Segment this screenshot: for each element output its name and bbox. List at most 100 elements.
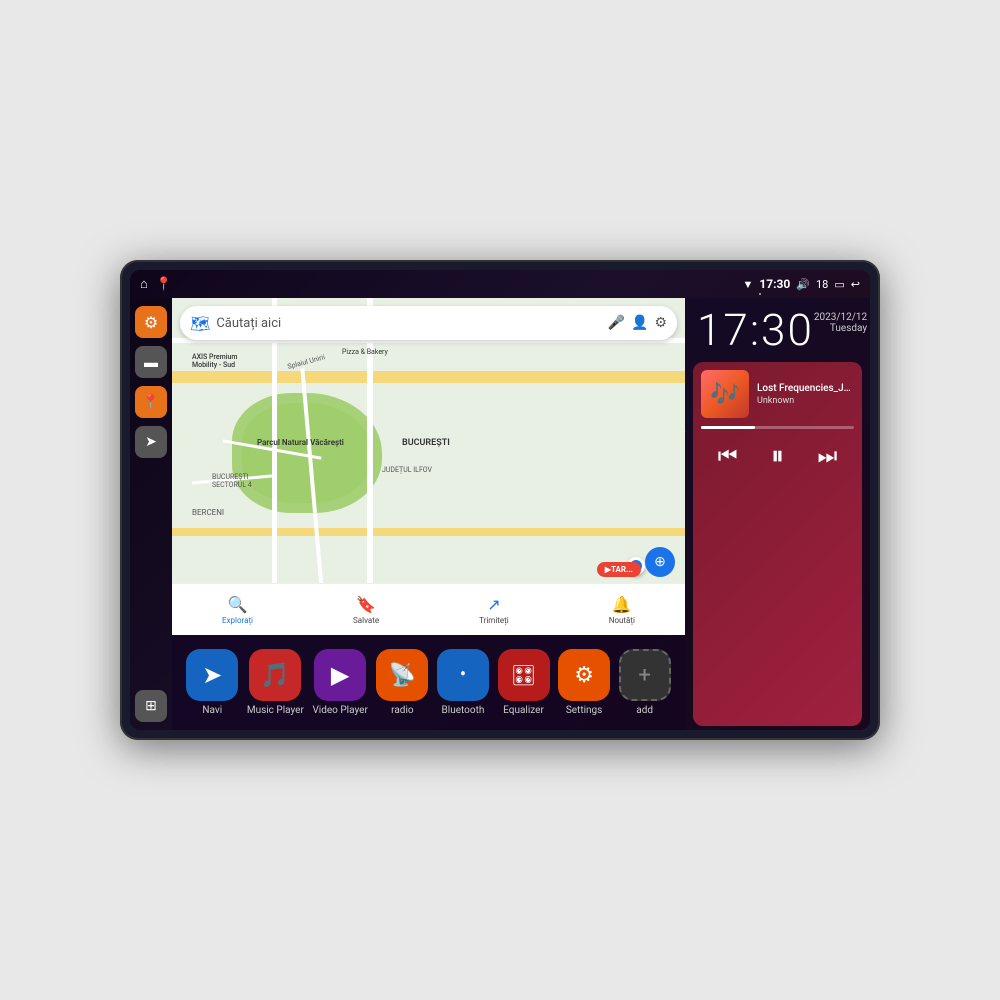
- gear-icon: ⚙: [144, 313, 158, 332]
- map-label-ilfov: JUDEȚUL ILFOV: [382, 466, 432, 474]
- saved-icon: 🔖: [356, 595, 376, 614]
- bluetooth-icon-bg: ᛫: [437, 649, 489, 701]
- app-bluetooth[interactable]: ᛫ Bluetooth: [437, 649, 489, 716]
- add-label: add: [636, 705, 653, 716]
- map-label-park: Parcul Natural Văcărești: [257, 438, 344, 447]
- bluetooth-label: Bluetooth: [442, 705, 485, 716]
- music-progress-fill: [701, 426, 755, 429]
- play-icon: ▶: [331, 661, 349, 689]
- grid-icon: ⊞: [145, 698, 157, 714]
- equalizer-label: Equalizer: [503, 705, 544, 716]
- map-fab-btn[interactable]: ⊕: [645, 547, 675, 577]
- app-navi[interactable]: ➤ Navi: [186, 649, 238, 716]
- next-button[interactable]: ⏭: [809, 440, 845, 473]
- sidebar-item-files[interactable]: ▬: [135, 346, 167, 378]
- sidebar-item-maps[interactable]: 📍: [135, 386, 167, 418]
- share-label: Trimiteți: [479, 616, 509, 625]
- clock-time: 17:30: [697, 308, 814, 352]
- music-artist: Unknown: [757, 396, 854, 406]
- settings-icon-bg: ⚙: [558, 649, 610, 701]
- maps-icon[interactable]: 📍: [156, 277, 172, 292]
- map-label-sector4: BUCUREȘTISECTORUL 4: [212, 473, 252, 489]
- sidebar-item-navigation[interactable]: ➤: [135, 426, 167, 458]
- map-label-berceni: BERCENI: [192, 508, 224, 517]
- album-art-icon: 🎶: [710, 380, 740, 408]
- add-icon: +: [638, 663, 650, 688]
- road-horizontal-3: [172, 528, 685, 536]
- album-art: 🎶: [701, 370, 749, 418]
- news-label: Noutăți: [609, 616, 635, 625]
- clock-weekday: Tuesday: [814, 323, 867, 334]
- clock-date: 2023/12/12 Tuesday: [814, 312, 867, 334]
- clock-status: 17:30: [759, 277, 790, 291]
- video-icon-bg: ▶: [314, 649, 366, 701]
- sidebar-item-apps[interactable]: ⊞: [135, 690, 167, 722]
- app-settings[interactable]: ⚙ Settings: [558, 649, 610, 716]
- back-icon[interactable]: ↩: [851, 278, 860, 291]
- settings-map-icon[interactable]: ⚙: [654, 315, 667, 331]
- saved-label: Salvate: [353, 616, 379, 625]
- nav-icon: ➤: [145, 434, 157, 450]
- account-icon[interactable]: 👤: [631, 315, 648, 331]
- music-title: Lost Frequencies_Janie...: [757, 383, 854, 394]
- home-icon[interactable]: ⌂: [140, 276, 148, 292]
- explore-label: Explorați: [222, 616, 253, 625]
- map-nav-saved[interactable]: 🔖 Salvate: [353, 595, 379, 625]
- news-icon: 🔔: [612, 595, 632, 614]
- status-left: ⌂ 📍: [140, 276, 172, 292]
- map-label-bucuresti: BUCUREȘTI: [402, 438, 450, 448]
- music-player-label: Music Player: [247, 705, 304, 716]
- battery-icon: ▭: [834, 278, 844, 291]
- music-controls: ⏮ ⏸ ⏭: [701, 437, 854, 476]
- map-nav-news[interactable]: 🔔 Noutăți: [609, 595, 635, 625]
- sidebar: ⚙ ▬ 📍 ➤ ⊞: [130, 298, 172, 730]
- map-search-text[interactable]: Căutați aici: [216, 316, 601, 331]
- app-radio[interactable]: 📡 radio: [376, 649, 428, 716]
- music-note-icon: 🎵: [260, 661, 290, 689]
- settings-gear-icon: ⚙: [574, 663, 594, 688]
- music-widget: 🎶 Lost Frequencies_Janie... Unknown ⏮ ⏸: [693, 362, 862, 726]
- pause-button[interactable]: ⏸: [763, 437, 792, 476]
- mic-icon[interactable]: 🎤: [608, 315, 625, 331]
- status-bar: ⌂ 📍 ▼ 17:30 🔊 18 ▭ ↩: [130, 270, 870, 298]
- share-icon: ↗: [487, 595, 500, 614]
- road-horizontal-1: [172, 371, 685, 383]
- map-nav-share[interactable]: ↗ Trimiteți: [479, 595, 509, 625]
- volume-icon: 🔊: [796, 278, 810, 291]
- music-text: Lost Frequencies_Janie... Unknown: [757, 383, 854, 406]
- clock-widget: 17:30 2023/12/12 Tuesday: [685, 298, 870, 358]
- map-label-axis: AXIS PremiumMobility - Sud: [192, 353, 238, 369]
- navi-icon-bg: ➤: [186, 649, 238, 701]
- right-panel: 17:30 2023/12/12 Tuesday 🎶 Lost Freq: [685, 298, 870, 730]
- screen: ⌂ 📍 ▼ 17:30 🔊 18 ▭ ↩ ⚙ ▬: [130, 270, 870, 730]
- explore-icon: 🔍: [228, 595, 248, 614]
- equalizer-icon-bg: 🎛: [498, 649, 550, 701]
- map-start-btn[interactable]: ▶TAR...: [597, 562, 641, 577]
- app-add[interactable]: + add: [619, 649, 671, 716]
- map-bottom-nav: 🔍 Explorați 🔖 Salvate ↗ Trimiteți 🔔: [172, 583, 685, 635]
- map-label-pizza: Pizza & Bakery: [342, 348, 388, 356]
- video-player-label: Video Player: [312, 705, 367, 716]
- signal-icon: ▼: [742, 278, 753, 291]
- maps-logo-icon: 🗺: [190, 314, 210, 333]
- pin-icon: 📍: [142, 394, 159, 410]
- map-nav-explore[interactable]: 🔍 Explorați: [222, 595, 253, 625]
- sidebar-item-settings[interactable]: ⚙: [135, 306, 167, 338]
- folder-icon: ▬: [144, 354, 158, 371]
- car-head-unit: ⌂ 📍 ▼ 17:30 🔊 18 ▭ ↩ ⚙ ▬: [120, 260, 880, 740]
- app-music-player[interactable]: 🎵 Music Player: [247, 649, 304, 716]
- music-progress-bar[interactable]: [701, 426, 854, 429]
- main-area: ⚙ ▬ 📍 ➤ ⊞: [130, 298, 870, 730]
- center-content: 🗺 Căutați aici 🎤 👤 ⚙ AXIS PremiumMobilit…: [172, 298, 685, 730]
- prev-button[interactable]: ⏮: [710, 440, 746, 473]
- music-info-row: 🎶 Lost Frequencies_Janie... Unknown: [701, 370, 854, 418]
- clock-display: 17:30: [697, 308, 814, 352]
- map-widget[interactable]: 🗺 Căutați aici 🎤 👤 ⚙ AXIS PremiumMobilit…: [172, 298, 685, 635]
- map-search-bar[interactable]: 🗺 Căutați aici 🎤 👤 ⚙: [180, 306, 677, 340]
- radio-wave-icon: 📡: [389, 663, 416, 688]
- status-right: ▼ 17:30 🔊 18 ▭ ↩: [742, 277, 860, 291]
- app-video-player[interactable]: ▶ Video Player: [312, 649, 367, 716]
- equalizer-icon: 🎛: [511, 663, 536, 687]
- add-icon-bg: +: [619, 649, 671, 701]
- app-equalizer[interactable]: 🎛 Equalizer: [498, 649, 550, 716]
